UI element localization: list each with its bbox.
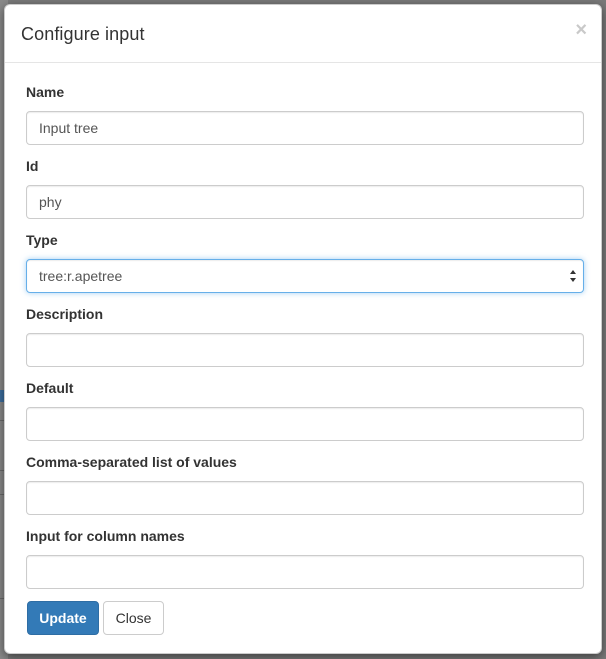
- name-label: Name: [26, 84, 65, 100]
- select-arrows-icon: [570, 270, 576, 282]
- default-input[interactable]: [26, 407, 584, 441]
- id-field-group: Id phy: [26, 157, 584, 219]
- update-button[interactable]: Update: [27, 601, 99, 635]
- column-names-label: Input for column names: [26, 528, 185, 544]
- default-field-group: Default: [26, 379, 584, 441]
- close-button[interactable]: Close: [103, 601, 164, 635]
- close-icon[interactable]: ×: [575, 20, 587, 40]
- values-field-group: Comma-separated list of values: [26, 453, 584, 515]
- description-label: Description: [26, 306, 104, 322]
- description-input[interactable]: [26, 333, 584, 367]
- configure-input-dialog: Configure input × Name Input tree Id phy…: [4, 4, 602, 654]
- type-label: Type: [26, 232, 58, 248]
- values-label: Comma-separated list of values: [26, 454, 237, 470]
- values-input[interactable]: [26, 481, 584, 515]
- id-input[interactable]: phy: [26, 185, 584, 219]
- type-select-value: tree:r.apetree: [39, 268, 123, 284]
- column-names-field-group: Input for column names: [26, 527, 584, 589]
- dialog-header: Configure input ×: [5, 5, 601, 63]
- id-label: Id: [26, 158, 39, 174]
- type-select[interactable]: tree:r.apetree: [26, 259, 584, 293]
- type-field-group: Type tree:r.apetree: [26, 231, 584, 293]
- name-input[interactable]: Input tree: [26, 111, 584, 145]
- column-names-input[interactable]: [26, 555, 584, 589]
- name-field-group: Name Input tree: [26, 83, 584, 145]
- description-field-group: Description: [26, 305, 584, 367]
- default-label: Default: [26, 380, 74, 396]
- dialog-title: Configure input: [21, 24, 145, 44]
